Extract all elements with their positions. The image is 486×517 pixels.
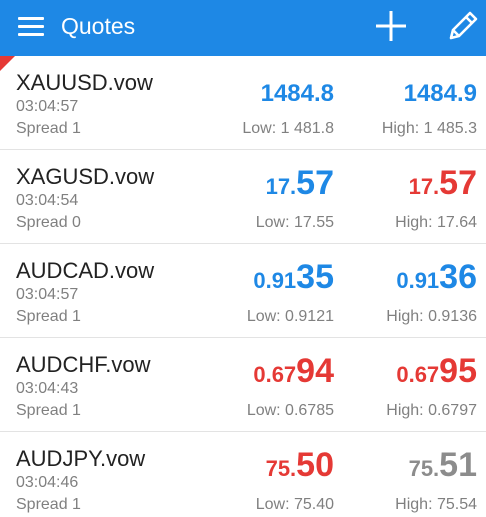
quote-time: 03:04:54	[16, 192, 79, 209]
add-icon[interactable]	[374, 9, 408, 43]
hamburger-menu-icon[interactable]	[18, 15, 46, 39]
low-price: Low: 0.9121	[246, 308, 334, 325]
price-pips: 35	[296, 258, 334, 296]
quote-row[interactable]: AUDCHF.vow 03:04:43 Spread 1 0.6794 0.67…	[0, 338, 486, 432]
price-pips: 50	[296, 446, 334, 484]
low-price: Low: 75.40	[255, 496, 334, 513]
high-price: High: 1 485.3	[381, 120, 477, 137]
price-pips: 94	[296, 352, 334, 390]
high-price: High: 0.9136	[386, 308, 477, 325]
app-bar: Quotes	[0, 0, 486, 56]
bid-price: 0.9135	[253, 258, 334, 303]
quote-time: 03:04:57	[16, 98, 79, 115]
symbol-name: AUDJPY.vow	[16, 446, 146, 471]
spread-value: Spread 1	[16, 496, 81, 513]
price-prefix: 0.67	[253, 362, 297, 387]
price-prefix: 0.91	[396, 268, 440, 293]
price-pips: 57	[296, 164, 334, 202]
ask-price: 17.57	[409, 164, 477, 209]
spread-value: Spread 1	[16, 402, 81, 419]
ask-price: 0.6795	[396, 352, 477, 397]
quote-row[interactable]: AUDJPY.vow 03:04:46 Spread 1 75.50 75.51…	[0, 432, 486, 517]
price-prefix: 17.	[408, 174, 440, 199]
ask-price: 75.51	[409, 446, 477, 491]
quote-row[interactable]: XAGUSD.vow 03:04:54 Spread 0 17.57 17.57…	[0, 150, 486, 244]
bid-price: 17.57	[266, 164, 334, 209]
bid-price: 75.50	[266, 446, 334, 491]
bid-price: 1484.8	[260, 80, 334, 107]
low-price: Low: 1 481.8	[242, 120, 334, 137]
price-pips: 51	[439, 446, 477, 484]
low-price: Low: 0.6785	[246, 402, 334, 419]
symbol-name: XAGUSD.vow	[16, 164, 155, 189]
ask-price: 0.9136	[396, 258, 477, 303]
symbol-name: AUDCHF.vow	[16, 352, 151, 377]
ask-price: 1484.9	[403, 80, 477, 107]
price-prefix: 0.91	[253, 268, 297, 293]
spread-value: Spread 1	[16, 120, 81, 137]
price-pips: 57	[439, 164, 477, 202]
price-prefix: 75.	[408, 456, 440, 481]
low-price: Low: 17.55	[255, 214, 334, 231]
price-prefix: 17.	[265, 174, 297, 199]
quote-time: 03:04:57	[16, 286, 79, 303]
page-title: Quotes	[61, 13, 136, 39]
spread-value: Spread 1	[16, 308, 81, 325]
quote-row[interactable]: AUDCAD.vow 03:04:57 Spread 1 0.9135 0.91…	[0, 244, 486, 338]
high-price: High: 0.6797	[386, 402, 477, 419]
edit-pencil-icon[interactable]	[447, 9, 479, 43]
symbol-name: XAUUSD.vow	[16, 70, 153, 95]
symbol-name: AUDCAD.vow	[16, 258, 155, 283]
quote-row[interactable]: XAUUSD.vow 03:04:57 Spread 1 1484.8 1484…	[0, 56, 486, 150]
price-pips: 36	[439, 258, 477, 296]
price-pips: 95	[439, 352, 477, 390]
high-price: High: 17.64	[395, 214, 477, 231]
quotes-list: XAUUSD.vow 03:04:57 Spread 1 1484.8 1484…	[0, 56, 486, 517]
quote-time: 03:04:46	[16, 474, 79, 491]
price-prefix: 0.67	[396, 362, 440, 387]
quote-time: 03:04:43	[16, 380, 79, 397]
high-price: High: 75.54	[395, 496, 477, 513]
spread-value: Spread 0	[16, 214, 81, 231]
bid-price: 0.6794	[253, 352, 334, 397]
price-prefix: 75.	[265, 456, 297, 481]
